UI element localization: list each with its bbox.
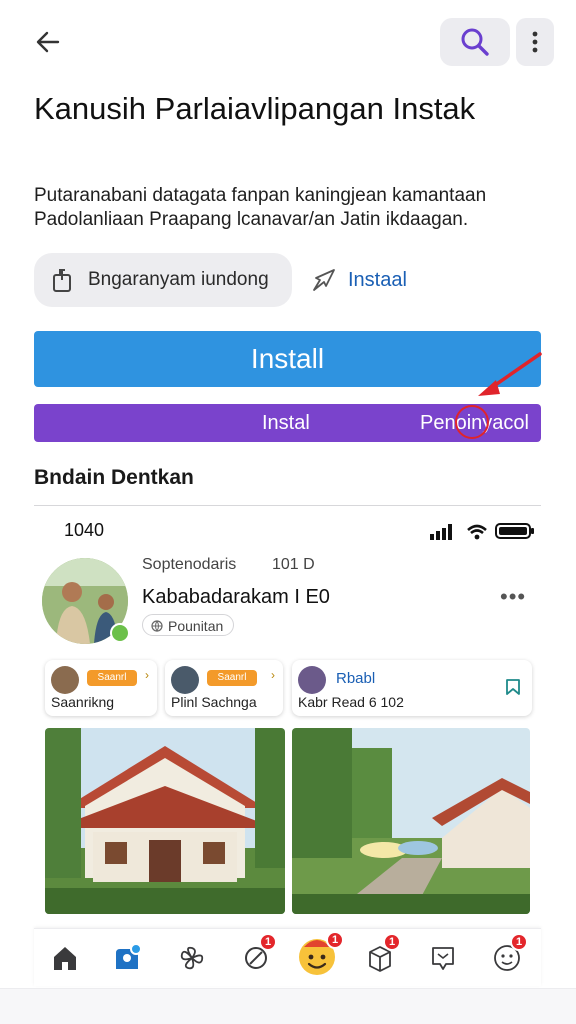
share-pill-button[interactable]: Bngaranyam iundong bbox=[34, 253, 292, 307]
back-button[interactable] bbox=[28, 24, 68, 60]
mini-card-badge: Saanrl bbox=[207, 670, 257, 686]
system-bottom-strip bbox=[0, 988, 576, 1024]
post-meta-right: 101 D bbox=[272, 556, 315, 573]
arrow-left-icon bbox=[36, 31, 60, 53]
status-bar-icons bbox=[430, 523, 534, 540]
more-options-button[interactable] bbox=[516, 18, 554, 66]
mini-card-title: Rbabl bbox=[336, 670, 376, 687]
divider bbox=[34, 505, 541, 506]
chevron-right-icon: › bbox=[271, 668, 275, 682]
post-more-button[interactable]: ••• bbox=[500, 584, 526, 610]
nav-smiley[interactable]: 1 bbox=[486, 933, 528, 979]
notification-badge: 1 bbox=[510, 933, 528, 951]
status-time: 1040 bbox=[64, 520, 105, 540]
page-title: Kanusih Parlaiavlipangan Instak bbox=[34, 91, 476, 126]
bottom-nav: 1 1 1 1 bbox=[34, 928, 541, 986]
post-meta-left: Soptenodaris bbox=[142, 556, 237, 573]
install-link-label: Instaal bbox=[348, 268, 407, 291]
nav-box[interactable]: 1 bbox=[359, 933, 401, 979]
post-author[interactable]: Kababadarakam I E0 bbox=[142, 586, 330, 609]
mini-card-label: Plinl Sachnga bbox=[171, 694, 257, 710]
nav-chat[interactable] bbox=[422, 937, 464, 979]
nav-profile[interactable] bbox=[106, 937, 148, 979]
battery-icon bbox=[495, 523, 534, 539]
profile-icon bbox=[116, 943, 142, 969]
post-photo-right[interactable] bbox=[292, 728, 530, 914]
wifi-icon bbox=[467, 524, 487, 540]
photo-garden bbox=[292, 728, 530, 914]
mini-card-badge: Saanrl bbox=[87, 670, 137, 686]
signal-icon bbox=[430, 524, 452, 540]
home-icon bbox=[54, 947, 76, 970]
share-arrow-icon bbox=[313, 269, 335, 291]
page-description: Putaranabani datagata fanpan kaningjean … bbox=[34, 185, 487, 230]
mini-card-avatar bbox=[51, 666, 79, 694]
nav-home[interactable] bbox=[44, 937, 86, 979]
post-tag-label: Pounitan bbox=[168, 618, 224, 634]
chat-bubble-icon bbox=[432, 947, 454, 970]
mini-card-label: Saanrikng bbox=[51, 694, 115, 710]
top-bar bbox=[0, 0, 576, 86]
share-box-icon bbox=[53, 269, 71, 292]
nav-leaf[interactable]: 1 bbox=[235, 933, 277, 979]
install-bar-right-label: Penoinyacol bbox=[420, 412, 529, 434]
notification-badge: 1 bbox=[326, 931, 344, 949]
bookmark-icon[interactable] bbox=[504, 678, 522, 696]
mini-card[interactable]: Saanrl › Saanrikng bbox=[45, 660, 157, 716]
install-link[interactable]: Instaal bbox=[310, 253, 440, 307]
mini-card[interactable]: Rbabl Kabr Read 6 102 bbox=[292, 660, 532, 716]
mini-card-avatar bbox=[298, 666, 326, 694]
pinwheel-icon bbox=[180, 946, 204, 970]
share-pill-label: Bngaranyam iundong bbox=[88, 269, 269, 290]
notification-badge: 1 bbox=[259, 933, 277, 951]
install-bar-left-label: Instal bbox=[262, 412, 310, 434]
chevron-right-icon: › bbox=[145, 668, 149, 682]
search-button[interactable] bbox=[440, 18, 510, 66]
photo-house bbox=[45, 728, 285, 914]
post-tag[interactable]: Pounitan bbox=[142, 614, 235, 636]
install-secondary-bar[interactable]: Instal Penoinyacol bbox=[34, 404, 541, 442]
search-icon bbox=[461, 28, 489, 56]
notification-badge: 1 bbox=[383, 933, 401, 951]
nav-pinwheel[interactable] bbox=[171, 937, 213, 979]
section-heading: Bndain Dentkan bbox=[34, 466, 194, 489]
install-button[interactable]: Install bbox=[34, 331, 541, 387]
mini-card-label: Kabr Read 6 102 bbox=[298, 694, 404, 710]
kebab-menu-icon bbox=[532, 31, 538, 53]
post-photo-left[interactable] bbox=[45, 728, 285, 914]
mini-card[interactable]: Saanrl › Plinl Sachnga bbox=[165, 660, 283, 716]
mini-card-avatar bbox=[171, 666, 199, 694]
nav-emoji[interactable]: 1 bbox=[294, 931, 344, 979]
globe-icon bbox=[151, 620, 163, 632]
online-badge bbox=[110, 623, 130, 643]
